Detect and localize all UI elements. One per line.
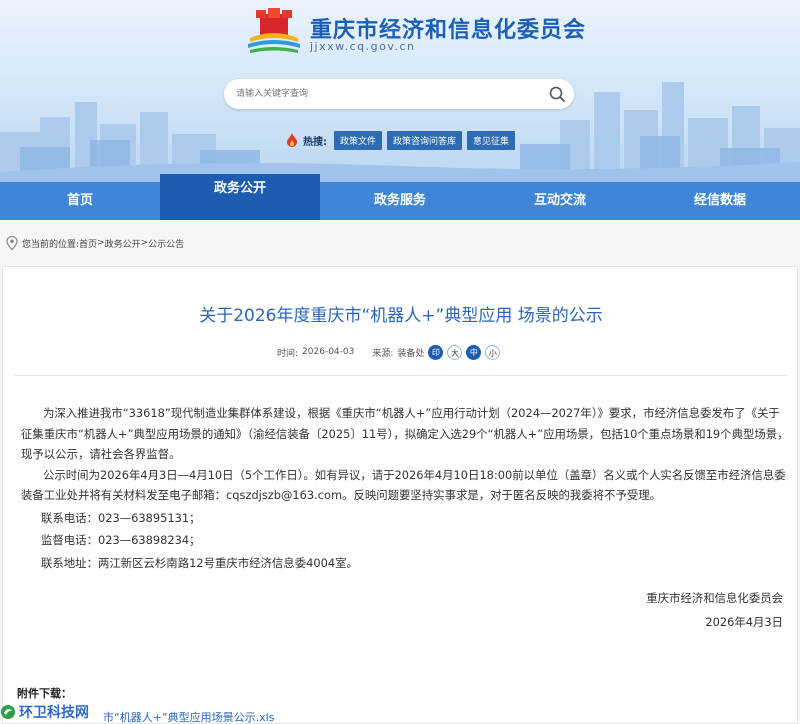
watermark-text: 环卫科技网: [19, 705, 89, 721]
hot-tag-opinion[interactable]: 意见征集: [467, 130, 516, 150]
breadcrumb-item-notices[interactable]: 公示公告: [148, 237, 184, 250]
hot-tag-policy-docs[interactable]: 政策文件: [334, 130, 383, 150]
article-title: 关于2026年度重庆市“机器人+”典型应用 场景的公示: [199, 306, 603, 326]
article-meta: 时间: 2026-04-03 来源: 装备处 印 大 中 小: [277, 343, 501, 361]
signature-date: 2026年4月3日: [705, 615, 783, 629]
source-label: 来源:: [372, 348, 394, 359]
hot-search-bar: 热搜: 政策文件 政策咨询问答库 意见征集: [286, 129, 516, 151]
nav-item-gov-services[interactable]: 政务服务: [320, 182, 480, 220]
attachment-link[interactable]: 市“机器人+”典型应用场景公示.xls: [103, 709, 274, 724]
contact-phone: 联系电话：023—63895131；: [41, 510, 201, 525]
nav-item-home[interactable]: 首页: [0, 182, 160, 220]
breadcrumb-separator: >: [140, 238, 149, 248]
time-label: 时间:: [277, 348, 299, 359]
attachment-label: 附件下载：: [17, 687, 72, 700]
main-nav: 首页 政务公开 政务服务 互动交流 经信数据: [0, 174, 800, 220]
breadcrumb: 您当前的位置: 首页 > 政务公开 > 公示公告: [0, 232, 800, 254]
source-value: 装备处: [397, 348, 425, 359]
font-size-small-button[interactable]: 小: [485, 344, 501, 360]
site-url: jjxxw.cq.gov.cn: [310, 40, 416, 53]
font-size-medium-button[interactable]: 中: [466, 344, 482, 360]
font-size-large-button[interactable]: 大: [447, 344, 463, 360]
location-pin-icon: [6, 236, 18, 250]
search-icon[interactable]: [548, 85, 566, 103]
nav-item-data[interactable]: 经信数据: [640, 182, 800, 220]
time-value: 2026-04-03: [302, 347, 355, 357]
nav-item-interaction[interactable]: 互动交流: [480, 182, 640, 220]
nav-item-gov-affairs-open[interactable]: 政务公开: [160, 174, 320, 220]
search-input[interactable]: [236, 84, 536, 104]
print-icon[interactable]: 印: [428, 344, 444, 360]
contact-address: 联系地址：两江新区云杉南路12号重庆市经济信息委4004室。: [41, 555, 358, 570]
watermark: 环卫科技网: [0, 700, 104, 724]
breadcrumb-prefix: 您当前的位置:: [22, 239, 80, 250]
paragraph: 公示时间为2026年4月3日—4月10日（5个工作日）。如有异议，请于2026年…: [21, 467, 786, 503]
hot-search-label: 热搜:: [303, 136, 327, 148]
breadcrumb-item-home[interactable]: 首页: [79, 237, 97, 250]
flame-icon: [287, 133, 297, 147]
recycle-leaf-icon: [1, 705, 15, 719]
divider: [15, 375, 787, 376]
article-panel: 关于2026年度重庆市“机器人+”典型应用 场景的公示 时间: 2026-04-…: [2, 266, 798, 724]
header-banner: 重庆市经济和信息化委员会 jjxxw.cq.gov.cn 热搜: 政策文件 政策…: [0, 0, 800, 182]
supervision-phone: 监督电话：023—63898234；: [41, 533, 201, 547]
breadcrumb-item-gov-open[interactable]: 政务公开: [105, 237, 141, 250]
signature-org: 重庆市经济和信息化委员会: [646, 591, 783, 605]
hot-tag-policy-qa[interactable]: 政策咨询问答库: [387, 130, 463, 150]
article-body: 为深入推进我市“33618”现代制造业集群体系建设，根据《重庆市“机器人+”应用…: [21, 403, 791, 573]
breadcrumb-separator: >: [97, 238, 105, 248]
paragraph: 为深入推进我市“33618”现代制造业集群体系建设，根据《重庆市“机器人+”应用…: [21, 406, 789, 461]
government-emblem-logo: [248, 8, 300, 53]
search-box: [224, 79, 574, 109]
